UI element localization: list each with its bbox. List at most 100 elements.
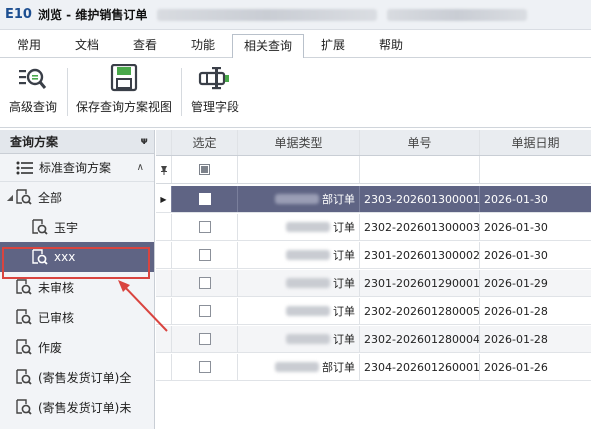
- filter-doc-number[interactable]: [360, 156, 480, 183]
- tree-item-label: 已审核: [38, 310, 75, 325]
- header-corner: [156, 130, 172, 155]
- doc-type-cell: 订单: [238, 242, 360, 268]
- save-query-view-label: 保存查询方案视图: [75, 100, 172, 114]
- redacted-text: [286, 334, 330, 344]
- redacted-text: [275, 194, 319, 204]
- doc-number-cell: 2301-202601300002: [360, 242, 480, 268]
- tree-item-consignment-pending[interactable]: (寄售发货订单)未: [0, 392, 154, 422]
- doc-number-cell: 2302-202601280004: [360, 326, 480, 352]
- doc-type-cell: 订单: [238, 214, 360, 240]
- filter-pin-icon: [156, 156, 172, 183]
- redacted-text: [275, 362, 319, 372]
- column-header-doc-number[interactable]: 单号: [360, 130, 480, 155]
- row-checkbox-cell[interactable]: [172, 214, 238, 240]
- doc-number-cell: 2301-202601290001: [360, 270, 480, 296]
- manage-fields-label: 管理字段: [190, 100, 239, 114]
- tree-item-all[interactable]: ◢ 全部: [0, 182, 154, 212]
- highlight-frame: [2, 247, 150, 279]
- row-checkbox-cell[interactable]: [172, 326, 238, 352]
- advanced-query-button[interactable]: 高级查询: [6, 64, 60, 115]
- tab-document[interactable]: 文档: [58, 34, 116, 57]
- tree-item-void[interactable]: 作废: [0, 332, 154, 362]
- query-scheme-icon: [16, 369, 32, 385]
- ribbon-tabs: 常用 文档 查看 功能 相关查询 扩展 帮助: [0, 34, 591, 59]
- filter-select-all[interactable]: [172, 156, 238, 183]
- tab-common[interactable]: 常用: [0, 34, 58, 57]
- filter-row: [156, 156, 591, 184]
- row-checkbox-cell[interactable]: [172, 242, 238, 268]
- doc-number-cell: 2304-202601260001: [360, 354, 480, 380]
- manage-fields-icon: [198, 67, 229, 90]
- tab-view[interactable]: 查看: [116, 34, 174, 57]
- redacted-title-text: [157, 8, 378, 21]
- filter-doc-type[interactable]: [238, 156, 360, 183]
- row-checkbox[interactable]: [198, 305, 211, 317]
- tab-extension[interactable]: 扩展: [304, 34, 362, 57]
- column-header-selected[interactable]: 选定: [172, 130, 238, 155]
- doc-type-cell: 部订单: [238, 354, 360, 380]
- row-checkbox-cell[interactable]: [172, 354, 238, 380]
- save-icon: [110, 64, 138, 92]
- doc-date-cell: 2026-01-30: [484, 248, 548, 262]
- row-checkbox[interactable]: [198, 249, 211, 261]
- standard-scheme-selector[interactable]: 标准查询方案 ∧: [0, 154, 154, 182]
- row-checkbox-cell[interactable]: [172, 298, 238, 324]
- doc-date-cell: 2026-01-29: [484, 276, 548, 290]
- row-indicator: [156, 354, 172, 380]
- column-header-doc-date[interactable]: 单据日期: [480, 130, 591, 155]
- table-row[interactable]: 订单 2301-202601300002 2026-01-30: [156, 242, 591, 269]
- row-checkbox[interactable]: [198, 221, 211, 233]
- save-query-view-button[interactable]: 保存查询方案视图: [74, 64, 174, 115]
- advanced-query-icon: [19, 68, 47, 89]
- grid-header: 选定 单据类型 单号 单据日期: [156, 130, 591, 156]
- annotation-arrow-icon: [118, 280, 168, 332]
- row-checkbox-cell[interactable]: [172, 270, 238, 296]
- table-row[interactable]: 订单 2302-202601280005 2026-01-28: [156, 298, 591, 325]
- tree-item-label: (寄售发货订单)全: [38, 370, 132, 385]
- title-bar: E10 浏览 - 维护销售订单: [0, 0, 591, 30]
- manage-fields-button[interactable]: 管理字段: [188, 64, 242, 115]
- table-row[interactable]: ▶ 部订单 2303-202601300001 2026-01-30: [156, 186, 591, 213]
- tree-item-label: (寄售发货订单)未: [38, 400, 132, 415]
- doc-type-cell: 订单: [238, 298, 360, 324]
- chevron-up-icon[interactable]: ∧: [137, 162, 144, 173]
- select-all-checkbox[interactable]: [199, 164, 210, 175]
- tree-item-yuyu[interactable]: 玉宇: [0, 212, 154, 242]
- row-indicator-icon: ▶: [156, 186, 172, 212]
- row-checkbox[interactable]: [198, 333, 211, 345]
- row-checkbox[interactable]: [198, 277, 211, 289]
- list-icon: [16, 161, 33, 174]
- query-scheme-icon: [32, 219, 48, 235]
- table-row[interactable]: 订单 2302-202601280004 2026-01-28: [156, 326, 591, 353]
- doc-type-cell: 部订单: [238, 186, 360, 212]
- tab-help[interactable]: 帮助: [362, 34, 420, 57]
- query-scheme-icon: [16, 339, 32, 355]
- doc-date-cell: 2026-01-30: [484, 192, 548, 206]
- query-scheme-icon: [16, 309, 32, 325]
- table-row[interactable]: 订单 2301-202601290001 2026-01-29: [156, 270, 591, 297]
- doc-type-cell: 订单: [238, 326, 360, 352]
- row-checkbox-cell[interactable]: [172, 186, 238, 212]
- doc-date-cell: 2026-01-28: [484, 332, 548, 346]
- table-row[interactable]: 订单 2302-202601300003 2026-01-30: [156, 214, 591, 241]
- redacted-text: [286, 250, 330, 260]
- tree-item-label: 作废: [38, 340, 63, 355]
- row-checkbox[interactable]: [198, 361, 211, 373]
- doc-number-cell: 2302-202601300003: [360, 214, 480, 240]
- tree-item-label: 全部: [38, 190, 63, 205]
- row-checkbox[interactable]: [198, 193, 211, 205]
- tab-function[interactable]: 功能: [174, 34, 232, 57]
- redacted-text: [286, 222, 330, 232]
- redacted-title-text-2: [387, 8, 528, 21]
- column-header-doc-type[interactable]: 单据类型: [238, 130, 360, 155]
- tree-item-consignment-all[interactable]: (寄售发货订单)全: [0, 362, 154, 392]
- toolbar: 高级查询 保存查询方案视图 管理字段: [0, 58, 591, 128]
- toolbar-separator: [67, 68, 68, 116]
- query-scheme-title: 查询方案: [10, 135, 59, 149]
- pin-icon[interactable]: ᴪ: [140, 136, 148, 147]
- filter-doc-date[interactable]: [480, 156, 591, 183]
- table-row[interactable]: 部订单 2304-202601260001 2026-01-26: [156, 354, 591, 381]
- expand-caret-icon[interactable]: ◢: [4, 193, 16, 202]
- tab-related-query[interactable]: 相关查询: [232, 34, 304, 59]
- query-scheme-icon: [16, 189, 32, 205]
